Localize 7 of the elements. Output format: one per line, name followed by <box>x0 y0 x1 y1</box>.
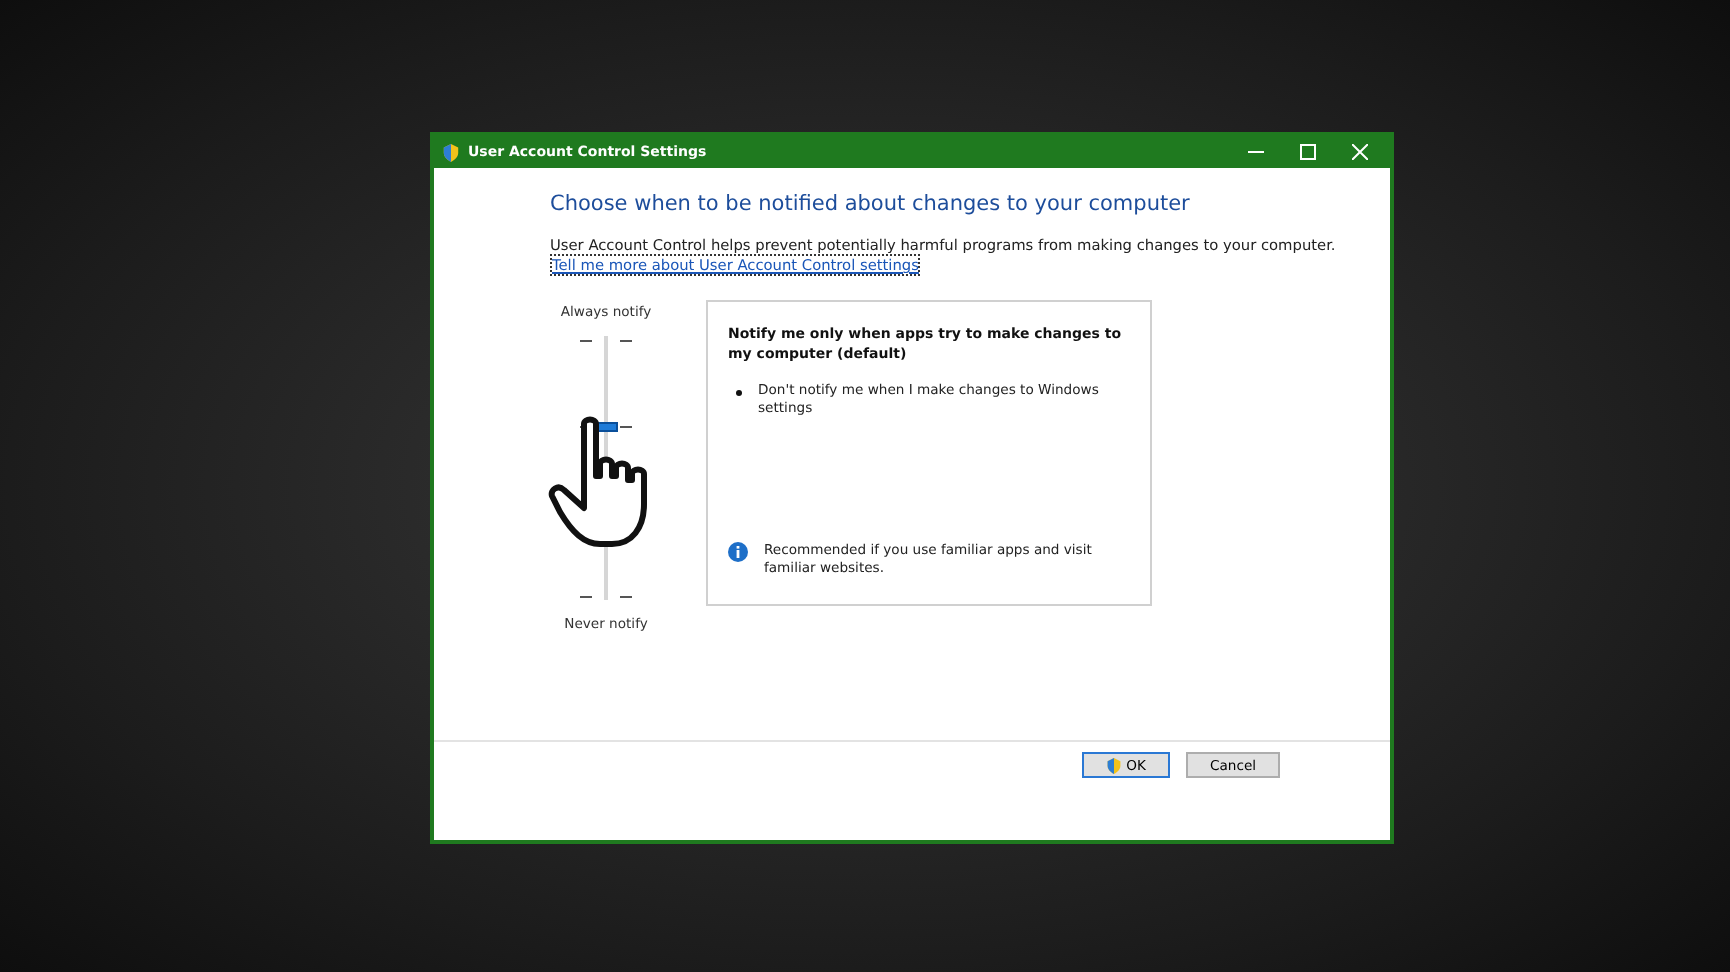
heading: Choose when to be notified about changes to your computer <box>550 192 1192 216</box>
maximize-icon <box>1300 144 1316 160</box>
shield-icon <box>1106 757 1123 773</box>
info-icon <box>728 541 748 562</box>
close-icon <box>1352 144 1368 160</box>
bullet-icon <box>736 389 742 396</box>
shield-icon <box>442 143 460 161</box>
